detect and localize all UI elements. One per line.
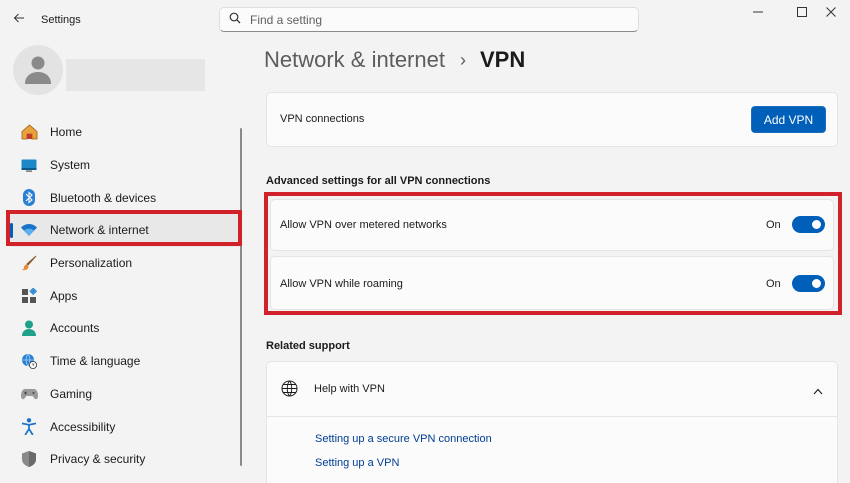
sidebar-item-label: System [50,158,91,173]
chevron-up-icon [813,384,823,398]
person-icon [20,319,38,337]
sidebar-item-label: Accounts [50,321,100,336]
back-arrow-icon [13,12,25,27]
sidebar-item-apps[interactable]: Apps [9,279,241,312]
roaming-label: Allow VPN while roaming [280,278,403,290]
page-title: VPN [479,47,526,72]
metered-networks-label: Allow VPN over metered networks [280,219,447,231]
link-secure-vpn-connection[interactable]: Setting up a secure VPN connection [315,433,492,445]
minimize-button[interactable] [739,0,777,26]
sidebar-item-label: Personalization [50,256,133,271]
shield-icon [20,450,38,468]
metered-networks-toggle[interactable] [792,216,825,233]
breadcrumb-parent[interactable]: Network & internet [264,47,445,73]
metered-toggle-state: On [766,219,781,231]
gamepad-icon [20,385,38,403]
bluetooth-icon [20,189,38,207]
app-title: Settings [41,14,81,26]
sidebar-item-label: Gaming [50,386,93,401]
minimize-icon [753,6,763,20]
vpn-connections-label: VPN connections [280,113,365,125]
sidebar-item-label: Apps [50,288,78,303]
globe-clock-icon [20,352,38,370]
sidebar-item-accounts[interactable]: Accounts [9,312,241,345]
sidebar-scrollbar[interactable] [240,128,242,466]
search-icon [229,12,241,27]
title-bar: Settings [0,0,850,40]
wifi-icon [20,221,38,239]
avatar[interactable] [13,45,63,95]
sidebar-item-privacy[interactable]: Privacy & security [9,443,241,476]
apps-icon [20,287,38,305]
globe-icon [281,380,298,400]
link-setting-up-vpn[interactable]: Setting up a VPN [315,457,399,469]
search-box[interactable] [219,7,639,32]
system-icon [20,156,38,174]
sidebar-item-network[interactable]: Network & internet [9,214,241,247]
close-button[interactable] [812,0,850,26]
sidebar-item-label: Network & internet [50,223,149,238]
sidebar-item-personalization[interactable]: Personalization [9,247,241,280]
accessibility-icon [20,418,38,436]
sidebar-item-time-language[interactable]: Time & language [9,345,241,378]
chevron-right-icon: › [459,49,466,70]
help-with-vpn-header[interactable]: Help with VPN [267,362,837,416]
person-placeholder-icon [25,54,51,87]
sidebar-item-system[interactable]: System [9,149,241,182]
sidebar-item-label: Accessibility [50,419,116,434]
brush-icon [20,254,38,272]
roaming-toggle[interactable] [792,275,825,292]
help-with-vpn-label: Help with VPN [314,383,385,395]
sidebar-nav: Home System Bluetooth & devices Network … [9,116,241,476]
roaming-row: Allow VPN while roaming On [270,256,834,310]
sidebar-item-gaming[interactable]: Gaming [9,378,241,411]
back-button[interactable] [8,8,30,30]
help-card: Help with VPN Setting up a secure VPN co… [266,361,838,483]
profile-name-redacted [66,59,205,91]
sidebar-item-label: Privacy & security [50,452,146,467]
sidebar-item-label: Home [50,125,83,140]
home-icon [20,123,38,141]
related-support-title: Related support [266,340,350,352]
breadcrumb: Network & internet › VPN [264,47,525,73]
metered-networks-row: Allow VPN over metered networks On [270,199,834,251]
close-icon [826,6,836,20]
sidebar-item-bluetooth[interactable]: Bluetooth & devices [9,181,241,214]
search-input[interactable] [250,12,610,27]
maximize-icon [797,6,807,20]
add-vpn-button[interactable]: Add VPN [751,106,826,133]
divider [267,416,837,417]
advanced-settings-title: Advanced settings for all VPN connection… [266,175,491,187]
sidebar-item-home[interactable]: Home [9,116,241,149]
vpn-connections-card: VPN connections Add VPN [266,92,838,147]
sidebar-item-accessibility[interactable]: Accessibility [9,410,241,443]
roaming-toggle-state: On [766,278,781,290]
sidebar-item-label: Time & language [50,354,141,369]
sidebar-item-label: Bluetooth & devices [50,190,157,205]
